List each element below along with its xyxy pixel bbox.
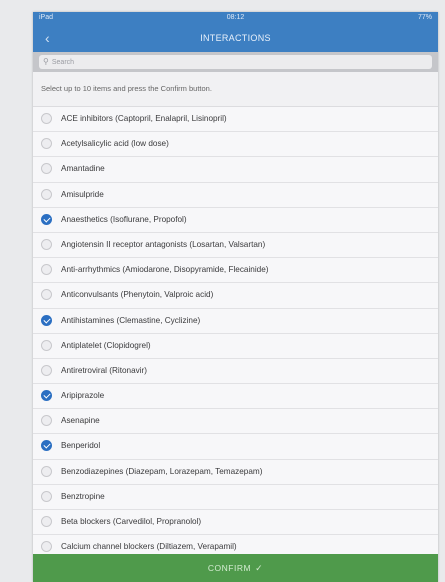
device-screen: iPad 08:12 77% ‹ INTERACTIONS ⚲ Search Se… xyxy=(33,12,438,582)
unchecked-radio-icon[interactable] xyxy=(41,364,52,376)
list-item[interactable]: Beta blockers (Carvedilol, Propranolol) xyxy=(33,510,438,536)
unchecked-radio-icon[interactable] xyxy=(41,113,52,124)
list-item-label: ACE inhibitors (Captopril, Enalapril, Li… xyxy=(61,114,227,123)
list-item[interactable]: Benztropine xyxy=(33,484,438,510)
list-item-label: Amantadine xyxy=(61,164,105,174)
list-item[interactable]: Benperidol xyxy=(33,434,438,460)
list-item[interactable]: Aripiprazole xyxy=(33,384,438,410)
unchecked-radio-icon[interactable] xyxy=(41,339,52,351)
confirm-button[interactable]: CONFIRM ✓ xyxy=(33,554,438,582)
list-item[interactable]: Anaesthetics (Isoflurane, Propofol) xyxy=(33,207,438,233)
search-icon: ⚲ xyxy=(43,57,49,66)
search-input[interactable]: ⚲ Search xyxy=(39,55,432,69)
checked-radio-icon[interactable] xyxy=(41,390,52,402)
list-item[interactable]: Benzodiazepines (Diazepam, Lorazepam, Te… xyxy=(33,459,438,485)
clock: 08:12 xyxy=(226,14,245,21)
search-placeholder: Search xyxy=(51,59,75,66)
battery-indicator: 77% xyxy=(417,14,432,21)
list-item[interactable]: Asenapine xyxy=(33,409,438,435)
checked-radio-icon[interactable] xyxy=(41,314,52,326)
list-item-label: Asenapine xyxy=(61,416,100,426)
list-item-label: Anticonvulsants (Phenytoin, Valproic aci… xyxy=(61,290,214,300)
list-item-label: Benztropine xyxy=(61,491,105,501)
list-item[interactable]: Antiretroviral (Ritonavir) xyxy=(33,358,438,385)
checked-radio-icon[interactable] xyxy=(41,213,52,225)
list-item-label: Acetylsalicylic acid (low dose) xyxy=(61,139,169,149)
unchecked-radio-icon[interactable] xyxy=(41,138,52,150)
unchecked-radio-icon[interactable] xyxy=(41,516,52,527)
unchecked-radio-icon[interactable] xyxy=(41,465,52,477)
list-item[interactable]: Amisulpride xyxy=(33,182,438,208)
list-item[interactable]: ACE inhibitors (Captopril, Enalapril, Li… xyxy=(33,107,438,133)
list-item[interactable]: Amantadine xyxy=(33,157,438,183)
list-item[interactable]: Anti-arrhythmics (Amiodarone, Disopyrami… xyxy=(33,258,438,284)
list-item-label: Amisulpride xyxy=(61,189,104,199)
nav-bar: ‹ INTERACTIONS xyxy=(33,24,438,52)
instruction-text: Select up to 10 items and press the Conf… xyxy=(33,72,438,107)
confirm-label: CONFIRM xyxy=(207,563,252,573)
list-item[interactable]: Anticonvulsants (Phenytoin, Valproic aci… xyxy=(33,283,438,309)
list-item-label: Benzodiazepines (Diazepam, Lorazepam, Te… xyxy=(61,466,263,476)
list-item-label: Antiplatelet (Clopidogrel) xyxy=(61,340,151,350)
list-item[interactable]: Antiplatelet (Clopidogrel) xyxy=(33,333,438,359)
list-item[interactable]: Acetylsalicylic acid (low dose) xyxy=(33,132,438,158)
list-item-label: Benperidol xyxy=(61,441,101,451)
list-item[interactable]: Antihistamines (Clemastine, Cyclizine) xyxy=(33,308,438,334)
unchecked-radio-icon[interactable] xyxy=(41,188,52,200)
page-title: INTERACTIONS xyxy=(200,33,271,43)
unchecked-radio-icon[interactable] xyxy=(41,264,52,276)
checkmark-icon: ✓ xyxy=(255,563,264,573)
unchecked-radio-icon[interactable] xyxy=(41,163,52,175)
unchecked-radio-icon[interactable] xyxy=(41,541,52,553)
list-item-label: Anaesthetics (Isoflurane, Propofol) xyxy=(61,214,187,224)
list-item[interactable]: Angiotensin II receptor antagonists (Los… xyxy=(33,232,438,259)
unchecked-radio-icon[interactable] xyxy=(41,238,52,250)
unchecked-radio-icon[interactable] xyxy=(41,490,52,502)
list-item-label: Aripiprazole xyxy=(61,391,105,401)
unchecked-radio-icon[interactable] xyxy=(41,415,52,427)
chevron-left-icon[interactable]: ‹ xyxy=(45,24,50,52)
list-item-label: Antihistamines (Clemastine, Cyclizine) xyxy=(61,315,201,325)
list-item-label: Angiotensin II receptor antagonists (Los… xyxy=(61,239,266,249)
unchecked-radio-icon[interactable] xyxy=(41,289,52,301)
list-item-label: Antiretroviral (Ritonavir) xyxy=(61,365,147,375)
list-item-label: Beta blockers (Carvedilol, Propranolol) xyxy=(61,517,202,526)
drug-list: ACE inhibitors (Captopril, Enalapril, Li… xyxy=(33,107,438,561)
list-item-label: Anti-arrhythmics (Amiodarone, Disopyrami… xyxy=(61,265,269,275)
search-bar: ⚲ Search xyxy=(33,52,438,72)
status-bar: iPad 08:12 77% xyxy=(33,12,438,24)
checked-radio-icon[interactable] xyxy=(41,440,52,452)
